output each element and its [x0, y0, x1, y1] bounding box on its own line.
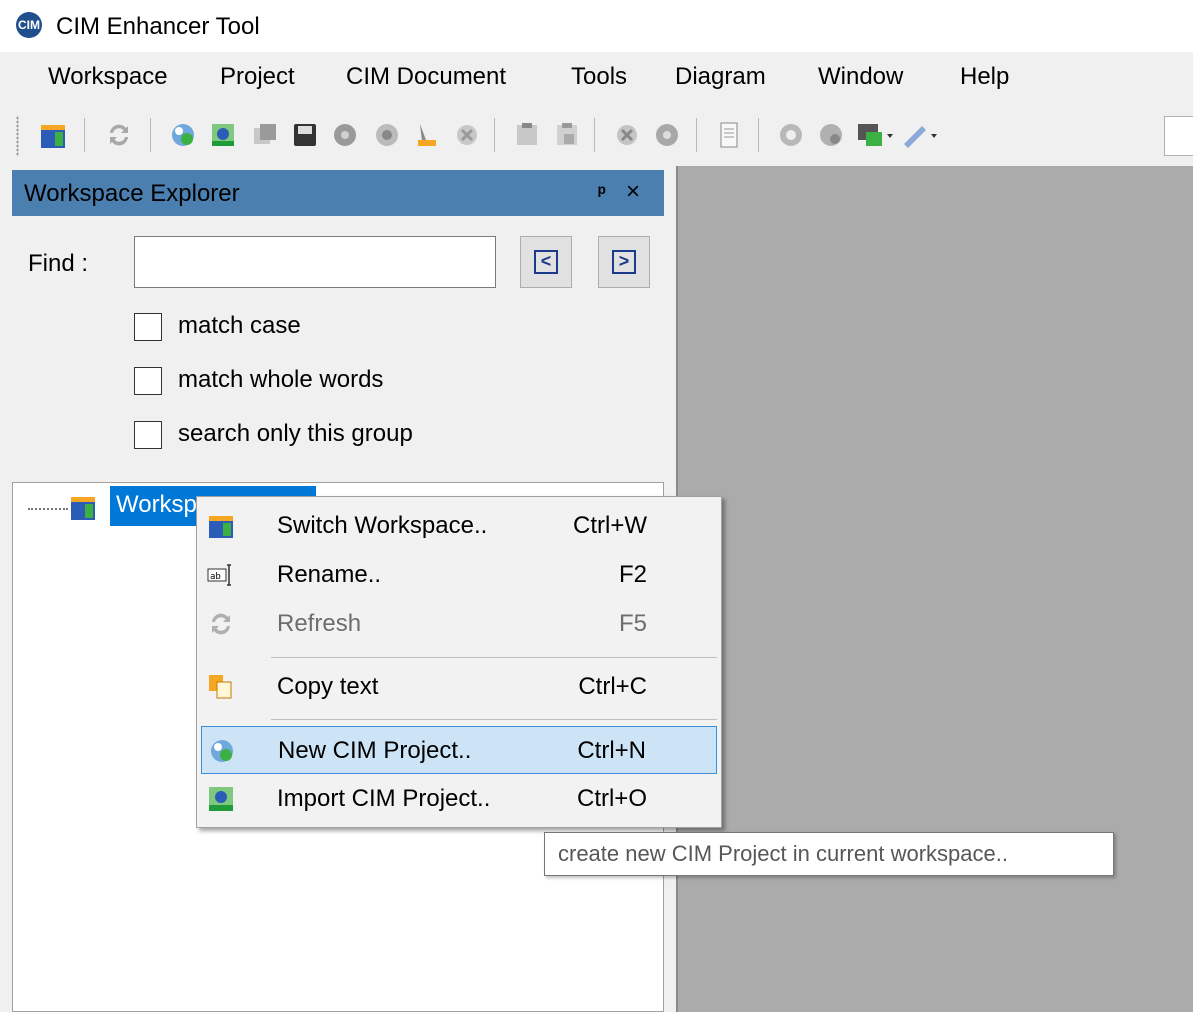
settings-disabled-icon[interactable]: [452, 120, 482, 150]
menu-separator: [271, 657, 717, 658]
menu-item-shortcut: Ctrl+W: [573, 512, 647, 539]
toolbar-separator: [150, 118, 151, 152]
context-menu: Switch Workspace.. Ctrl+W ab Rename.. F2…: [196, 496, 722, 828]
settings-gear-icon[interactable]: [776, 120, 806, 150]
tooltip-text: create new CIM Project in current worksp…: [558, 841, 1008, 866]
gear-star-icon[interactable]: [652, 120, 682, 150]
match-whole-words-checkbox[interactable]: [134, 367, 162, 395]
menu-item-label: Copy text: [277, 673, 379, 700]
menu-item-new-cim-project[interactable]: New CIM Project.. Ctrl+N: [201, 726, 717, 774]
menu-item-label: New CIM Project..: [278, 737, 472, 764]
workspace-icon: [209, 516, 233, 538]
app-logo-icon: CIM: [16, 12, 42, 38]
find-next-button[interactable]: >: [598, 236, 650, 288]
save-icon[interactable]: [290, 120, 320, 150]
search-only-group-label: search only this group: [178, 420, 413, 447]
refresh-icon: [212, 613, 230, 635]
toolbar-separator: [84, 118, 85, 152]
import-project-icon[interactable]: [208, 120, 238, 150]
workspace-icon[interactable]: [38, 120, 68, 150]
toolbar-separator: [696, 118, 697, 152]
pin-icon[interactable]: ᵖ: [598, 182, 606, 205]
copy-icon[interactable]: [250, 120, 280, 150]
toolbar-separator: [494, 118, 495, 152]
import-project-icon: [209, 787, 233, 811]
menu-window[interactable]: Window: [818, 63, 903, 91]
menu-item-label: Refresh: [277, 610, 362, 637]
rename-icon: ab: [207, 564, 231, 586]
refresh-icon[interactable]: [104, 120, 134, 150]
match-whole-words-label: match whole words: [178, 366, 384, 393]
menu-item-shortcut: Ctrl+O: [576, 785, 647, 812]
menu-item-copy-text[interactable]: Copy text Ctrl+C: [201, 663, 717, 711]
menu-diagram[interactable]: Diagram: [675, 63, 766, 91]
export-dropdown-icon[interactable]: [856, 120, 896, 150]
menu-item-shortcut: Ctrl+N: [577, 737, 646, 764]
menu-help[interactable]: Help: [960, 63, 1009, 91]
new-project-icon[interactable]: [168, 120, 198, 150]
menu-item-shortcut: F5: [618, 610, 647, 637]
paste-alt-icon[interactable]: [552, 120, 582, 150]
close-icon[interactable]: ×: [626, 178, 640, 206]
new-project-icon: [211, 740, 233, 762]
toolbar-grip[interactable]: [16, 116, 19, 156]
toolbar-separator: [594, 118, 595, 152]
match-case-checkbox[interactable]: [134, 313, 162, 341]
menu-project[interactable]: Project: [220, 63, 295, 91]
find-input[interactable]: [134, 236, 496, 288]
gear-disabled-icon[interactable]: [330, 120, 360, 150]
gear-x-icon[interactable]: [612, 120, 642, 150]
menu-item-import-cim-project[interactable]: Import CIM Project.. Ctrl+O: [201, 775, 717, 823]
menu-bar: Workspace Project CIM Document Tools Dia…: [0, 52, 1193, 106]
app-title: CIM Enhancer Tool: [56, 13, 260, 40]
find-previous-button[interactable]: <: [520, 236, 572, 288]
brush-disabled-icon[interactable]: [412, 120, 442, 150]
copy-icon: [209, 675, 232, 699]
document-area: [676, 166, 1193, 1012]
toolbar-separator: [758, 118, 759, 152]
menu-item-label: Rename..: [277, 561, 382, 588]
match-case-label: match case: [178, 312, 301, 339]
explorer-title: Workspace Explorer: [24, 180, 240, 207]
search-only-group-checkbox[interactable]: [134, 421, 162, 449]
document-icon[interactable]: [714, 120, 744, 150]
menu-item-switch-workspace[interactable]: Switch Workspace.. Ctrl+W: [201, 502, 717, 550]
menu-item-refresh[interactable]: Refresh F5: [201, 600, 717, 648]
toolbar-combo-box[interactable]: [1164, 116, 1193, 156]
tree-connector: [28, 508, 68, 510]
menu-cim-document[interactable]: CIM Document: [346, 63, 506, 91]
menu-separator: [271, 719, 717, 720]
cog-disabled-icon[interactable]: [372, 120, 402, 150]
find-label: Find :: [28, 250, 89, 277]
menu-item-rename[interactable]: ab Rename.. F2: [201, 551, 717, 599]
wrench-dropdown-icon[interactable]: [900, 120, 940, 150]
menu-tools[interactable]: Tools: [571, 63, 627, 91]
menu-item-shortcut: Ctrl+C: [578, 673, 647, 700]
menu-item-shortcut: F2: [618, 561, 647, 588]
workspace-icon: [71, 497, 95, 520]
svg-text:ab: ab: [210, 572, 221, 582]
menu-workspace[interactable]: Workspace: [48, 63, 168, 91]
menu-item-label: Import CIM Project..: [277, 785, 491, 812]
chevron-left-icon: <: [534, 250, 558, 274]
menu-item-label: Switch Workspace..: [277, 512, 488, 539]
settings-alt-icon[interactable]: [816, 120, 846, 150]
toolbar: [0, 106, 1193, 166]
paste-icon[interactable]: [512, 120, 542, 150]
chevron-right-icon: >: [612, 250, 636, 274]
